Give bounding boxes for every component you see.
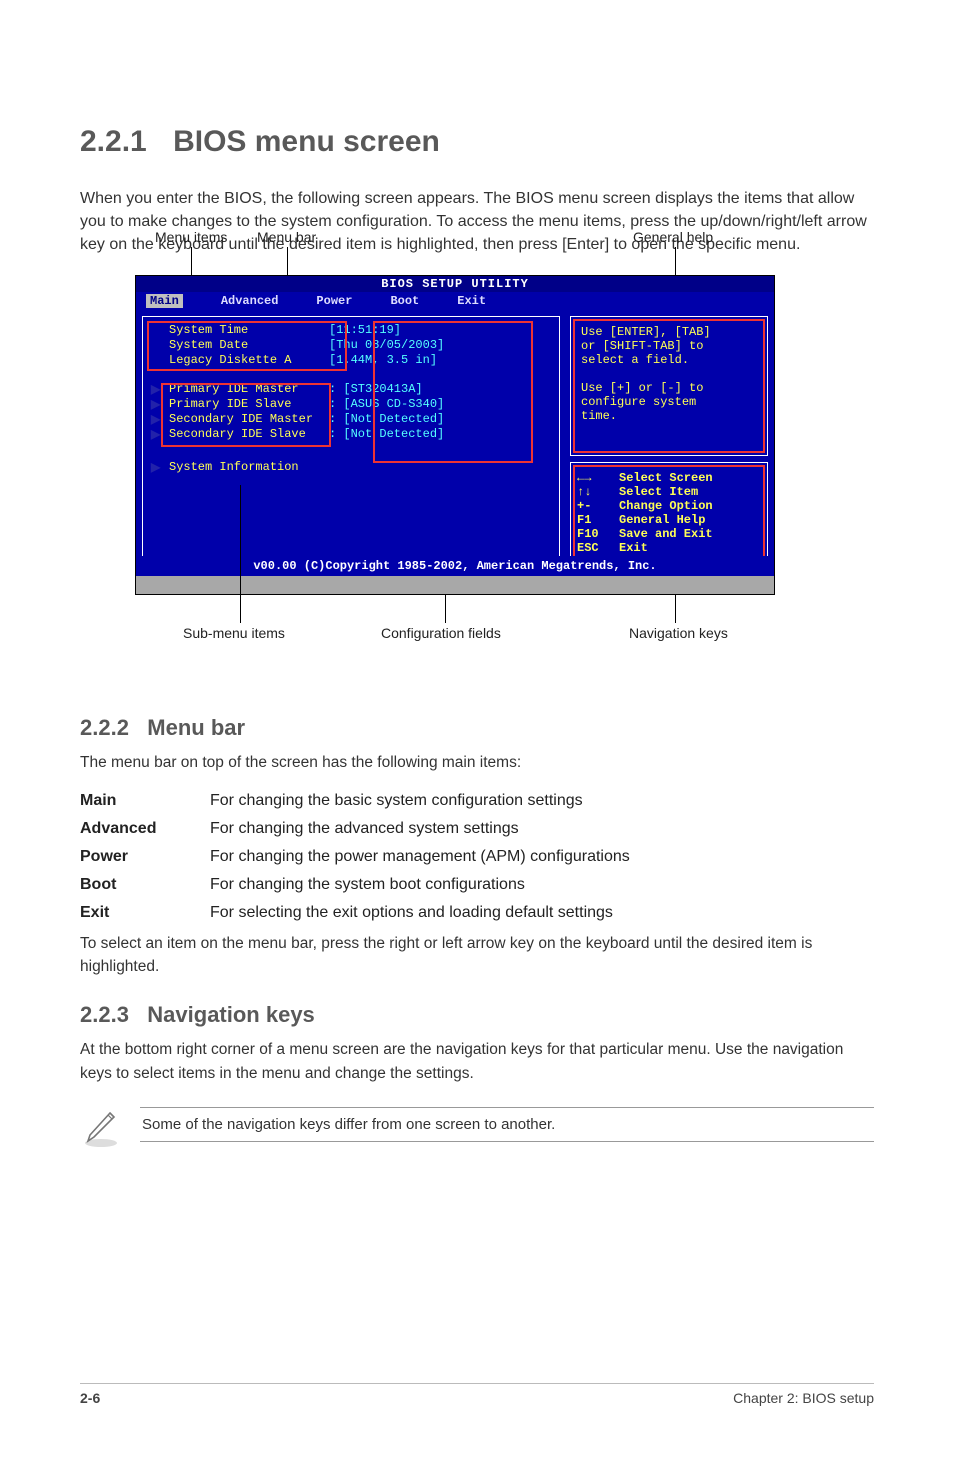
subsection-number: 2.2.2: [80, 715, 129, 740]
bios-submenu-item[interactable]: ▶Secondary IDE Slave: [Not Detected]: [151, 427, 551, 442]
navkey-row: F1General Help: [577, 513, 761, 527]
callout-line: [240, 485, 241, 623]
section-heading: 2.2.1 BIOS menu screen: [80, 125, 874, 159]
note-block: Some of the navigation keys differ from …: [80, 1107, 874, 1149]
menubar-desc: For changing the advanced system setting…: [210, 820, 519, 838]
menubar-desc: For changing the system boot configurati…: [210, 876, 525, 894]
callout-label-menu-bar: Menu bar: [257, 229, 316, 245]
callout-line: [287, 247, 288, 275]
subsection2-body: At the bottom right corner of a menu scr…: [80, 1038, 874, 1085]
bios-left-panel: System Time[11:51:19] System Date[Thu 08…: [142, 316, 560, 570]
section-title: BIOS menu screen: [173, 125, 440, 158]
bios-navkeys-panel: ←→Select Screen ↑↓Select Item +-Change O…: [570, 462, 768, 570]
menubar-key: Boot: [80, 876, 210, 894]
bios-tab-power[interactable]: Power: [316, 294, 352, 308]
callout-line: [445, 595, 446, 623]
callout-line: [191, 247, 192, 275]
callout-label-config-fields: Configuration fields: [381, 625, 501, 641]
navkey-row: ←→Select Screen: [577, 471, 761, 485]
callout-line: [675, 247, 676, 275]
navkey-row: ↑↓Select Item: [577, 485, 761, 499]
callout-label-submenu: Sub-menu items: [183, 625, 285, 641]
bios-item[interactable]: System Date[Thu 08/05/2003]: [151, 338, 551, 353]
menubar-key: Power: [80, 848, 210, 866]
bios-item[interactable]: System Time[11:51:19]: [151, 323, 551, 338]
menubar-key: Advanced: [80, 820, 210, 838]
navkey-row: ESCExit: [577, 541, 761, 555]
menubar-key: Main: [80, 792, 210, 810]
bios-screenshot: BIOS SETUP UTILITY Main Advanced Power B…: [135, 275, 775, 595]
bios-menu-bar[interactable]: Main Advanced Power Boot Exit: [136, 292, 774, 310]
navkey-row: +-Change Option: [577, 499, 761, 513]
navkey-row: F10Save and Exit: [577, 527, 761, 541]
subsection-body: The menu bar on top of the screen has th…: [80, 751, 874, 774]
menubar-key: Exit: [80, 904, 210, 922]
menubar-desc: For changing the power management (APM) …: [210, 848, 630, 866]
callout-label-menu-items: Menu items: [155, 229, 227, 245]
subsection-heading: 2.2.2 Menu bar: [80, 715, 874, 741]
intro-paragraph: When you enter the BIOS, the following s…: [80, 187, 874, 257]
bios-title: BIOS SETUP UTILITY: [136, 276, 774, 292]
bios-tab-main[interactable]: Main: [146, 294, 183, 308]
bios-tab-exit[interactable]: Exit: [457, 294, 486, 308]
bios-item[interactable]: Legacy Diskette A[1.44M, 3.5 in]: [151, 353, 551, 368]
menubar-desc: For selecting the exit options and loadi…: [210, 904, 613, 922]
bios-submenu-item[interactable]: ▶Primary IDE Master: [ST320413A]: [151, 382, 551, 397]
section-number: 2.2.1: [80, 125, 147, 158]
pencil-icon: [80, 1107, 122, 1149]
callout-line: [675, 595, 676, 623]
bios-submenu-item[interactable]: ▶Secondary IDE Master: [Not Detected]: [151, 412, 551, 427]
menubar-desc: For changing the basic system configurat…: [210, 792, 583, 810]
page-footer: 2-6 Chapter 2: BIOS setup: [80, 1383, 874, 1406]
bios-help-panel: Use [ENTER], [TAB] or [SHIFT-TAB] to sel…: [570, 316, 768, 456]
page-number: 2-6: [80, 1390, 100, 1406]
subsection-title: Menu bar: [147, 715, 245, 740]
bios-tab-boot[interactable]: Boot: [390, 294, 419, 308]
callout-label-navkeys: Navigation keys: [629, 625, 728, 641]
subsection2-number: 2.2.3: [80, 1002, 129, 1027]
menubar-tail: To select an item on the menu bar, press…: [80, 932, 874, 979]
subsection2-heading: 2.2.3 Navigation keys: [80, 1002, 874, 1028]
bios-submenu-item[interactable]: ▶System Information: [151, 460, 551, 475]
callout-label-general-help: General help: [633, 229, 713, 245]
bios-tab-advanced[interactable]: Advanced: [221, 294, 279, 308]
subsection2-title: Navigation keys: [147, 1002, 315, 1027]
bios-submenu-item[interactable]: ▶Primary IDE Slave: [ASUS CD-S340]: [151, 397, 551, 412]
bios-footer: v00.00 (C)Copyright 1985-2002, American …: [136, 556, 774, 576]
note-text: Some of the navigation keys differ from …: [140, 1107, 874, 1142]
menubar-description-list: MainFor changing the basic system config…: [80, 792, 874, 922]
chapter-label: Chapter 2: BIOS setup: [733, 1390, 874, 1406]
bios-help-text: Use [ENTER], [TAB] or [SHIFT-TAB] to sel…: [571, 317, 767, 431]
